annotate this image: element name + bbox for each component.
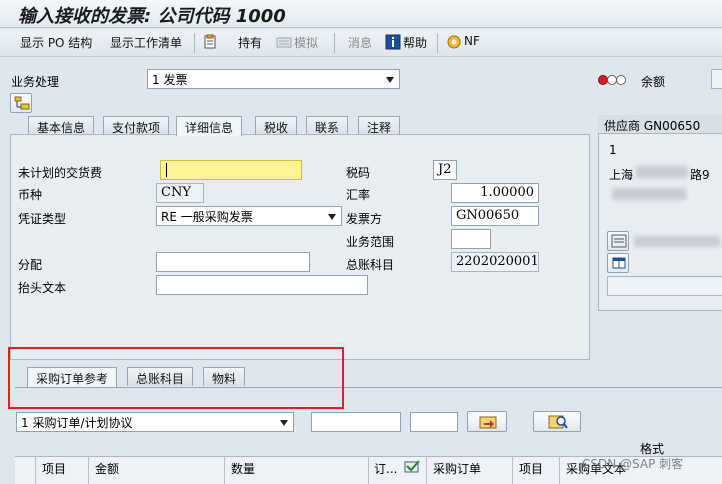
column-separator: [224, 456, 225, 484]
watermark: CSDN @SAP 刺客: [582, 457, 684, 471]
tax-code-input[interactable]: J2: [433, 160, 457, 180]
vendor-header: 供应商 GN00650: [598, 115, 722, 134]
column-separator: [512, 456, 513, 484]
vendor-bank-button[interactable]: [607, 253, 629, 273]
column-header-po-item[interactable]: 项目: [519, 460, 543, 477]
transfer-icon: [479, 416, 497, 429]
unplanned-delivery-cost-input[interactable]: [160, 160, 302, 180]
header-text-label: 抬头文本: [18, 281, 67, 295]
vendor-redacted: [612, 188, 686, 200]
simulate-button[interactable]: 模拟: [294, 34, 318, 51]
unplanned-delivery-cost-label: 未计划的交货费: [18, 166, 103, 180]
tree-icon: [14, 96, 30, 110]
column-header-order-unit[interactable]: 订...: [374, 460, 397, 477]
column-separator: [35, 456, 36, 484]
info-icon[interactable]: [385, 34, 401, 50]
vendor-redacted: [636, 166, 688, 178]
tab-material[interactable]: 物料: [203, 367, 246, 386]
vendor-extra-field: [607, 276, 722, 296]
reference-doc-input[interactable]: [311, 412, 401, 432]
document-type-label: 凭证类型: [18, 212, 67, 226]
invoicing-party-input[interactable]: GN00650: [451, 206, 539, 226]
transaction-label: 业务处理: [11, 75, 60, 89]
tab-payment[interactable]: 支付款项: [103, 116, 170, 135]
tax-code-label: 税码: [346, 166, 371, 180]
transfer-button[interactable]: [467, 411, 507, 432]
column-separator: [559, 456, 560, 484]
currency-field: CNY: [156, 183, 204, 203]
tab-contact[interactable]: 联系: [306, 116, 349, 135]
column-header-purchase-order[interactable]: 采购订单: [433, 460, 481, 477]
application-toolbar: 显示 PO 结构 显示工作清单 持有 模拟 消息 帮助 NF: [0, 29, 722, 57]
toolbar-separator: [194, 33, 195, 53]
gl-account-field: 2202020001: [451, 252, 539, 272]
hold-icon[interactable]: [202, 34, 218, 50]
exchange-rate-input[interactable]: 1.00000: [451, 183, 539, 203]
hold-button[interactable]: 持有: [238, 34, 262, 51]
title-bar: 输入接收的发票: 公司代码 1000: [0, 0, 722, 28]
currency-label: 币种: [18, 188, 43, 202]
help-button[interactable]: 帮助: [403, 34, 427, 51]
toolbar-separator: [437, 33, 438, 53]
column-separator: [368, 456, 369, 484]
show-po-structure-button[interactable]: 显示 PO 结构: [20, 34, 92, 51]
nf-icon[interactable]: [446, 34, 462, 50]
vendor-detail-button[interactable]: [607, 231, 629, 251]
tab-gl-account[interactable]: 总账科目: [127, 367, 194, 386]
exchange-rate-label: 汇率: [346, 188, 371, 202]
reference-item-input[interactable]: [410, 412, 458, 432]
reference-type-select[interactable]: 1 采购订单/计划协议: [16, 412, 294, 432]
column-header-item[interactable]: 项目: [42, 460, 66, 477]
tree-toggle-button[interactable]: [10, 93, 32, 113]
bank-icon: [612, 257, 626, 269]
text-cursor: [166, 163, 167, 177]
tab-po-reference[interactable]: 采购订单参考: [27, 367, 118, 387]
tab-details[interactable]: 详细信息: [176, 116, 243, 136]
nf-button[interactable]: NF: [464, 34, 480, 48]
business-area-input[interactable]: [451, 229, 491, 249]
balance-field: [711, 69, 722, 89]
window-title: 输入接收的发票: 公司代码 1000: [18, 6, 286, 27]
balance-status-icon: [598, 75, 626, 85]
invoicing-party-label: 发票方: [346, 212, 383, 226]
simulate-icon: [276, 37, 292, 48]
document-type-select[interactable]: RE 一般采购发票: [156, 206, 342, 226]
column-separator: [88, 456, 89, 484]
column-separator: [426, 456, 427, 484]
messages-button[interactable]: 消息: [348, 34, 372, 51]
balance-label: 余额: [641, 75, 666, 89]
business-area-label: 业务范围: [346, 235, 395, 249]
checkmark-icon[interactable]: [404, 459, 420, 473]
column-header-amount[interactable]: 金额: [95, 460, 119, 477]
vendor-detail-icon: [611, 234, 627, 248]
column-header-quantity[interactable]: 数量: [231, 460, 255, 477]
show-worklist-button[interactable]: 显示工作清单: [110, 34, 182, 51]
vendor-redacted: [634, 236, 720, 247]
toolbar-separator: [334, 33, 335, 53]
gl-account-label: 总账科目: [346, 258, 395, 272]
search-icon: [548, 415, 568, 429]
header-text-input[interactable]: [156, 275, 368, 295]
tab-tax[interactable]: 税收: [255, 116, 298, 135]
tab-notes[interactable]: 注释: [358, 116, 401, 135]
subtab-baseline: [15, 387, 722, 388]
vendor-line-2: 上海: [609, 168, 634, 182]
tab-basic-info[interactable]: 基本信息: [28, 116, 95, 135]
assignment-input[interactable]: [156, 252, 310, 272]
assignment-label: 分配: [18, 258, 43, 272]
transaction-select[interactable]: 1 发票: [147, 69, 400, 89]
vendor-line-2-suffix: 路9: [690, 168, 710, 182]
vendor-line-1: 1: [609, 143, 617, 157]
search-po-button[interactable]: [533, 411, 581, 432]
